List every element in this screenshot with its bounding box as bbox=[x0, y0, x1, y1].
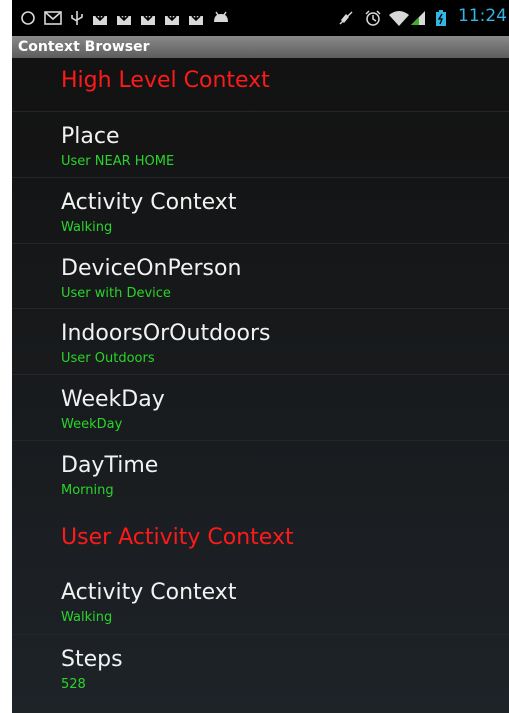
section-header-high-level: High Level Context bbox=[61, 68, 270, 93]
phone-screen: 11:24 Context Browser High Level Context… bbox=[12, 0, 509, 713]
android-icon bbox=[214, 11, 228, 22]
list-item-activity-context[interactable]: Activity Context Walking bbox=[12, 177, 509, 244]
status-bar: 11:24 bbox=[12, 0, 509, 36]
title-bar: Context Browser bbox=[12, 36, 509, 58]
alarm-icon bbox=[365, 10, 381, 26]
item-title: IndoorsOrOutdoors bbox=[61, 321, 271, 346]
item-value: Morning bbox=[61, 483, 114, 498]
wifi-icon bbox=[389, 11, 409, 26]
item-value: Walking bbox=[61, 610, 113, 625]
context-list[interactable]: High Level Context Place User NEAR HOME … bbox=[12, 58, 509, 713]
item-title: WeekDay bbox=[61, 387, 165, 412]
list-item-place[interactable]: Place User NEAR HOME bbox=[12, 111, 509, 178]
item-value: 528 bbox=[61, 677, 86, 692]
download-icon bbox=[117, 11, 131, 25]
download-icon bbox=[141, 11, 155, 25]
usb-icon bbox=[71, 11, 83, 25]
circle-outline-icon bbox=[21, 11, 35, 25]
download-icon bbox=[93, 11, 107, 25]
list-item-weekday[interactable]: WeekDay WeekDay bbox=[12, 374, 509, 441]
download-icon bbox=[189, 11, 203, 25]
item-title: Activity Context bbox=[61, 580, 237, 605]
item-value: Walking bbox=[61, 220, 113, 235]
item-value: User Outdoors bbox=[61, 351, 155, 366]
item-title: Activity Context bbox=[61, 190, 237, 215]
list-item-device-on-person[interactable]: DeviceOnPerson User with Device bbox=[12, 243, 509, 310]
section-header-user-activity: User Activity Context bbox=[61, 525, 294, 550]
list-item-daytime[interactable]: DayTime Morning bbox=[12, 440, 509, 507]
list-item-steps[interactable]: Steps 528 bbox=[12, 634, 509, 701]
item-title: Place bbox=[61, 124, 120, 149]
status-clock: 11:24 bbox=[458, 6, 507, 26]
item-title: DayTime bbox=[61, 453, 159, 478]
app-title: Context Browser bbox=[18, 39, 150, 55]
item-value: User with Device bbox=[61, 286, 171, 301]
item-value: User NEAR HOME bbox=[61, 154, 175, 169]
signal-icon bbox=[411, 11, 425, 25]
list-item-indoors-or-outdoors[interactable]: IndoorsOrOutdoors User Outdoors bbox=[12, 308, 509, 375]
list-item-activity-context[interactable]: Activity Context Walking bbox=[12, 568, 509, 634]
item-title: Steps bbox=[61, 647, 123, 672]
download-icon bbox=[165, 11, 179, 25]
mute-icon bbox=[339, 11, 353, 25]
battery-icon bbox=[436, 10, 446, 26]
item-value: WeekDay bbox=[61, 417, 123, 432]
mail-icon bbox=[44, 11, 62, 25]
item-title: DeviceOnPerson bbox=[61, 256, 242, 281]
